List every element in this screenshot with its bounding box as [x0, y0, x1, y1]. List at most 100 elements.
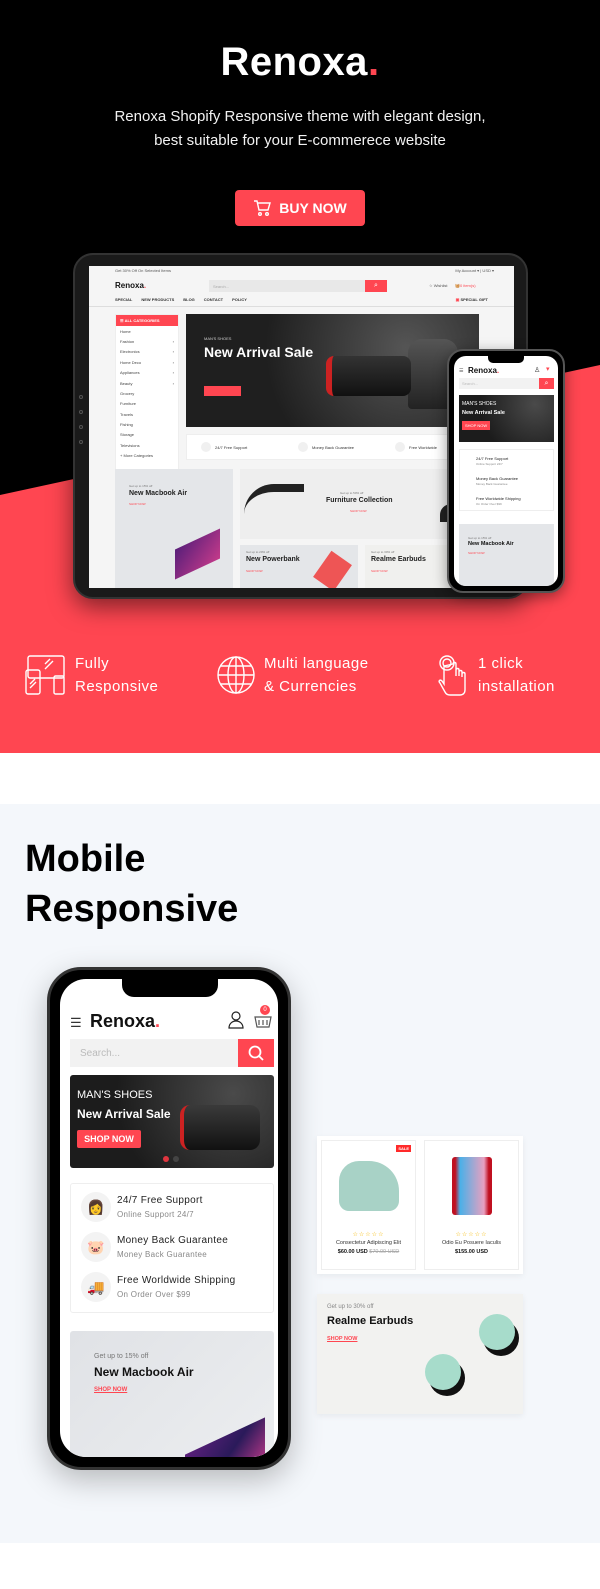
phone-search-input[interactable]: Search...	[70, 1039, 238, 1067]
cart-count-badge: 0	[260, 1005, 270, 1015]
promo-link[interactable]: SHOP NOW	[371, 569, 388, 573]
category-item[interactable]: Fashion ›	[116, 336, 178, 346]
tablet-cart[interactable]: 🧺0 item(s)	[455, 283, 476, 288]
promo-powerbank[interactable]: Get up to 20% off New Powerbank SHOP NOW	[240, 545, 358, 588]
category-menu-header[interactable]: ☰ ALL CATEGORIES	[116, 315, 178, 326]
tablet-search-button[interactable]: ⌕	[365, 280, 387, 292]
menu-icon[interactable]: ☰	[459, 368, 463, 374]
promo-sub: Get up to 20% off	[246, 550, 270, 554]
feature-multi-language: Multi language & Currencies	[216, 652, 369, 698]
banner-title: New Arrival Sale	[462, 410, 505, 416]
product-card[interactable]: ☆☆☆☆☆ Odio Eu Posuere Iaculis $155.00 US…	[424, 1140, 519, 1270]
promo-link[interactable]: SHOP NOW	[94, 1387, 127, 1393]
logo-dot: .	[496, 366, 500, 375]
feature-sub: On Order Over $99	[476, 502, 502, 506]
devices-icon	[25, 655, 65, 695]
small-phone-logo[interactable]: Renoxa.	[468, 366, 499, 375]
search-placeholder: Search...	[462, 381, 479, 386]
carousel-dot-active[interactable]	[163, 1156, 169, 1162]
category-item[interactable]: Travels	[116, 409, 178, 419]
laptop-image	[175, 528, 220, 580]
tablet-special-gift[interactable]: ▣ SPECIAL GIFT	[456, 297, 488, 302]
sale-badge: SALE	[396, 1145, 411, 1152]
promo-link[interactable]: SHOP NOW	[129, 502, 146, 506]
divider	[89, 306, 514, 307]
promo-link[interactable]: SHOP NOW	[327, 1336, 357, 1342]
product-name[interactable]: Consectetur Adipiscing Elit	[322, 1240, 415, 1246]
tap-hand-icon	[438, 655, 466, 696]
phone-search-button[interactable]	[238, 1039, 274, 1067]
category-header-label: ALL CATEGORIES	[124, 318, 160, 323]
category-item[interactable]: Appliances ›	[116, 368, 178, 378]
phone-logo[interactable]: Renoxa.	[90, 1011, 160, 1032]
banner-shop-button[interactable]: SHOP NOW	[77, 1130, 141, 1148]
promo-macbook[interactable]: Get up to 15% off New Macbook Air SHOP N…	[115, 469, 233, 588]
product-image[interactable]	[322, 1141, 415, 1231]
category-item[interactable]: + More Categories	[116, 451, 178, 461]
promo-title: New Powerbank	[246, 556, 300, 563]
banner-shop-button[interactable]	[204, 386, 241, 396]
tablet-topbar-account[interactable]: My Account ▾ | USD ▾	[455, 268, 494, 273]
tablet-logo[interactable]: Renoxa.	[115, 281, 146, 290]
small-phone-search-button[interactable]: ⌕	[539, 378, 554, 389]
product-name[interactable]: Odio Eu Posuere Iaculis	[425, 1240, 518, 1246]
promo-title: Realme Earbuds	[371, 556, 426, 563]
hamburger-menu-icon[interactable]: ☰	[70, 1015, 82, 1031]
nav-policy[interactable]: POLICY	[232, 297, 247, 302]
promo-sub: Get up to 30% off	[371, 550, 395, 554]
small-phone-promo[interactable]: Get up to 15% off New Macbook Air SHOP N…	[459, 524, 554, 586]
large-phone-screen: ☰ Renoxa. 0 Search... MAN'S SHOES New Ar…	[60, 979, 278, 1457]
basket-icon[interactable]: ▾	[546, 365, 550, 373]
category-item[interactable]: Grocery	[116, 388, 178, 398]
nav-contact[interactable]: CONTACT	[204, 297, 223, 302]
category-item[interactable]: Home	[116, 326, 178, 336]
nav-special[interactable]: SPECIAL	[115, 297, 132, 302]
nav-new-products[interactable]: NEW PRODUCTS	[141, 297, 174, 302]
banner-subtitle: MAN'S SHOES	[77, 1089, 153, 1101]
mobile-responsive-section: Mobile Responsive ☰ Renoxa. 0 Search... …	[0, 804, 600, 1543]
feature-responsive: Fully Responsive	[25, 652, 158, 698]
logo-text: Renoxa	[468, 366, 497, 375]
promo-earbuds-card[interactable]: Get up to 30% off Realme Earbuds SHOP NO…	[317, 1294, 523, 1414]
promo-link[interactable]: SHOP NOW	[246, 569, 263, 573]
category-item[interactable]: Electronics ›	[116, 347, 178, 357]
small-phone-screen: ☰ Renoxa. ♙ ▾ Search... ⌕ MAN'S SHOES Ne…	[454, 356, 558, 586]
category-item[interactable]: Beauty ›	[116, 378, 178, 388]
tablet-logo-text: Renoxa	[115, 281, 144, 290]
piggy-bank-icon	[298, 442, 308, 452]
banner-shop-button[interactable]: SHOP NOW	[462, 421, 491, 430]
chevron-right-icon: ›	[172, 339, 174, 345]
banner-title: New Arrival Sale	[204, 344, 314, 360]
category-item[interactable]: Fishing	[116, 419, 178, 429]
category-label: Furniture	[120, 401, 137, 407]
phone-promo-macbook[interactable]: Get up to 15% off New Macbook Air SHOP N…	[70, 1331, 274, 1457]
product-image[interactable]	[425, 1141, 518, 1231]
promo-title: New Macbook Air	[468, 541, 514, 547]
category-item[interactable]: Televisions	[116, 440, 178, 450]
product-card[interactable]: SALE ☆☆☆☆☆ Consectetur Adipiscing Elit $…	[321, 1140, 416, 1270]
tablet-cart-label: 0 item(s)	[459, 283, 476, 288]
brand-title: Renoxa.	[0, 40, 600, 85]
promo-title: New Macbook Air	[129, 490, 188, 497]
phone-features-box: 👩 24/7 Free Support Online Support 24/7 🐷…	[70, 1183, 274, 1313]
user-icon[interactable]: ♙	[534, 366, 540, 374]
small-phone-search[interactable]: Search...	[459, 378, 539, 389]
tagline-line-1: Renoxa Shopify Responsive theme with ele…	[114, 108, 486, 125]
small-phone-features: 24/7 Free Support Online Support 24/7 Mo…	[459, 449, 554, 511]
smartphone-image	[451, 1157, 492, 1215]
nav-blog[interactable]: BLOG	[183, 297, 195, 302]
carousel-dot[interactable]	[173, 1156, 179, 1162]
truck-icon: 🚚	[81, 1272, 111, 1302]
tablet-search-input[interactable]: Search...	[209, 280, 369, 292]
tablet-wishlist[interactable]: ☆ Wishlist	[429, 283, 447, 288]
buy-now-button[interactable]: BUY NOW	[235, 190, 365, 226]
category-item[interactable]: Furniture	[116, 399, 178, 409]
search-placeholder: Search...	[80, 1048, 121, 1059]
category-item[interactable]: Storage	[116, 430, 178, 440]
category-item[interactable]: Home Deco ›	[116, 357, 178, 367]
promo-link[interactable]: SHOP NOW	[350, 509, 367, 513]
promo-link[interactable]: SHOP NOW	[468, 551, 485, 555]
tablet-logo-dot: .	[143, 281, 147, 290]
section-title: Mobile Responsive	[25, 834, 238, 934]
user-icon[interactable]	[228, 1011, 244, 1029]
